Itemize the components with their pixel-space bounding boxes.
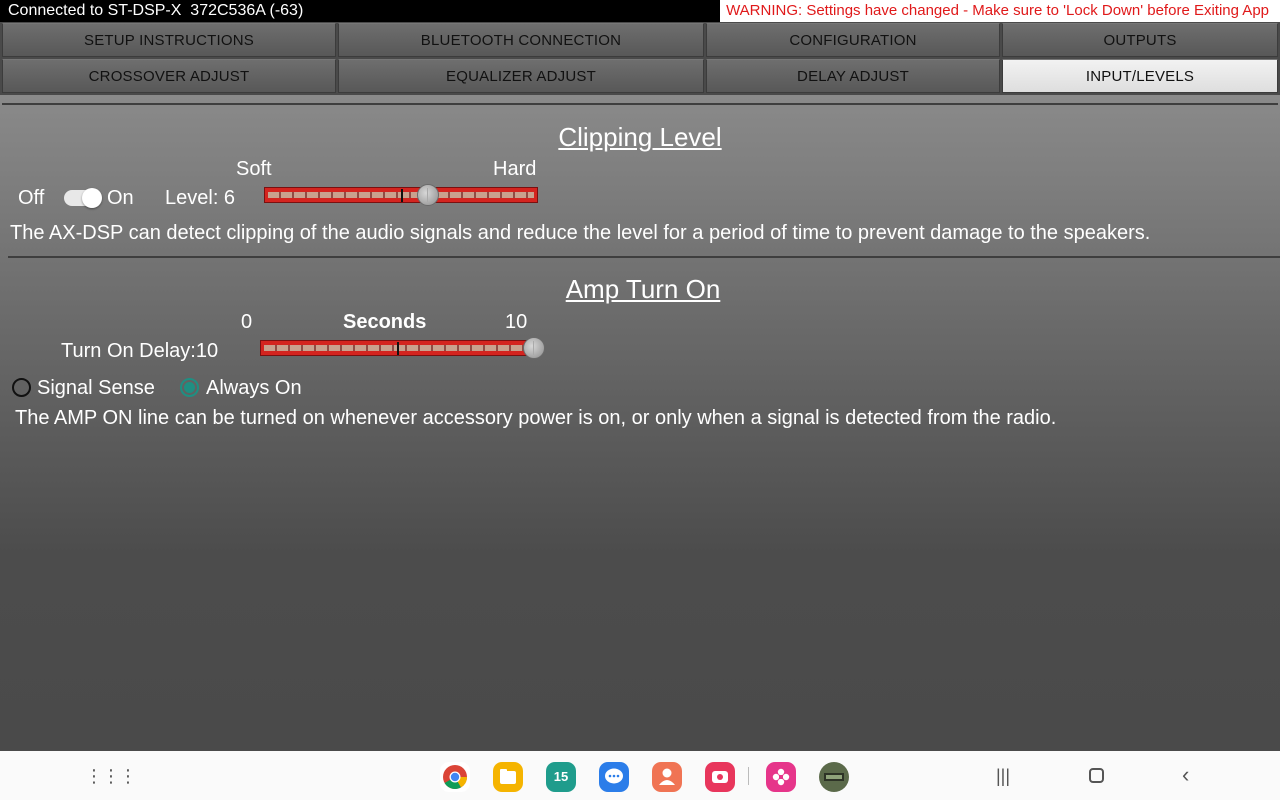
dock-divider	[748, 767, 749, 785]
tab-outputs[interactable]: OUTPUTS	[1002, 23, 1278, 57]
app-thumbnail-icon[interactable]	[819, 762, 849, 792]
contacts-icon[interactable]	[652, 762, 682, 792]
seconds-label: Seconds	[343, 311, 427, 333]
on-label: On	[107, 187, 134, 209]
messages-icon[interactable]	[599, 762, 629, 792]
tab-delay-adjust[interactable]: DELAY ADJUST	[706, 59, 1000, 93]
app-drawer-icon[interactable]: ⋮⋮⋮	[85, 766, 137, 786]
tab-configuration[interactable]: CONFIGURATION	[706, 23, 1000, 57]
connection-status: Connected to ST-DSP-X 372C536A (-63)	[8, 2, 304, 19]
clipping-level-title: Clipping Level	[558, 122, 722, 152]
tab-setup-instructions[interactable]: SETUP INSTRUCTIONS	[2, 23, 336, 57]
clipping-description: The AX-DSP can detect clipping of the au…	[10, 222, 1151, 244]
status-bar: Connected to ST-DSP-X 372C536A (-63) WAR…	[0, 0, 1280, 22]
recent-apps-icon[interactable]: |||	[996, 766, 1010, 786]
clipping-level-slider[interactable]	[264, 187, 538, 203]
amp-turn-on-title: Amp Turn On	[565, 274, 721, 304]
delay-min-label: 0	[241, 311, 253, 333]
content-panel: Clipping Level Soft Hard Off On Level: 6…	[0, 95, 1280, 751]
calendar-icon[interactable]: 15	[546, 762, 576, 792]
home-icon[interactable]	[1089, 768, 1104, 783]
off-label: Off	[18, 187, 45, 209]
slider-center-mark	[401, 189, 403, 202]
soft-label: Soft	[236, 158, 272, 180]
delay-max-label: 10	[505, 311, 528, 333]
amp-description: The AMP ON line can be turned on wheneve…	[15, 407, 1057, 429]
clipping-toggle[interactable]	[64, 188, 102, 208]
files-icon[interactable]	[493, 762, 523, 792]
slider-center-mark	[397, 342, 399, 355]
always-on-radio[interactable]	[180, 378, 199, 397]
hard-label: Hard	[493, 158, 537, 180]
divider	[8, 256, 1280, 258]
signal-sense-label[interactable]: Signal Sense	[37, 377, 155, 400]
tab-equalizer-adjust[interactable]: EQUALIZER ADJUST	[338, 59, 704, 93]
tab-crossover-adjust[interactable]: CROSSOVER ADJUST	[2, 59, 336, 93]
turn-on-delay-readout: Turn On Delay:10	[61, 340, 219, 362]
always-on-label[interactable]: Always On	[206, 377, 302, 400]
screen-recorder-icon[interactable]	[705, 762, 735, 792]
delay-slider-thumb[interactable]	[523, 337, 545, 359]
navigation-bar: ⋮⋮⋮ 15 ||| ‹	[0, 751, 1280, 800]
warning-banner: WARNING: Settings have changed - Make su…	[720, 0, 1280, 22]
turn-on-delay-slider[interactable]	[260, 340, 534, 356]
toggle-knob	[82, 188, 102, 208]
level-readout: Level: 6	[165, 187, 236, 209]
tab-input-levels[interactable]: INPUT/LEVELS	[1002, 59, 1278, 93]
bixby-flower-icon[interactable]	[766, 762, 796, 792]
divider	[2, 103, 1278, 105]
back-icon[interactable]: ‹	[1182, 764, 1189, 786]
signal-sense-radio[interactable]	[12, 378, 31, 397]
chrome-icon[interactable]	[440, 762, 470, 792]
tab-bluetooth-connection[interactable]: BLUETOOTH CONNECTION	[338, 23, 704, 57]
calendar-date: 15	[553, 769, 569, 784]
